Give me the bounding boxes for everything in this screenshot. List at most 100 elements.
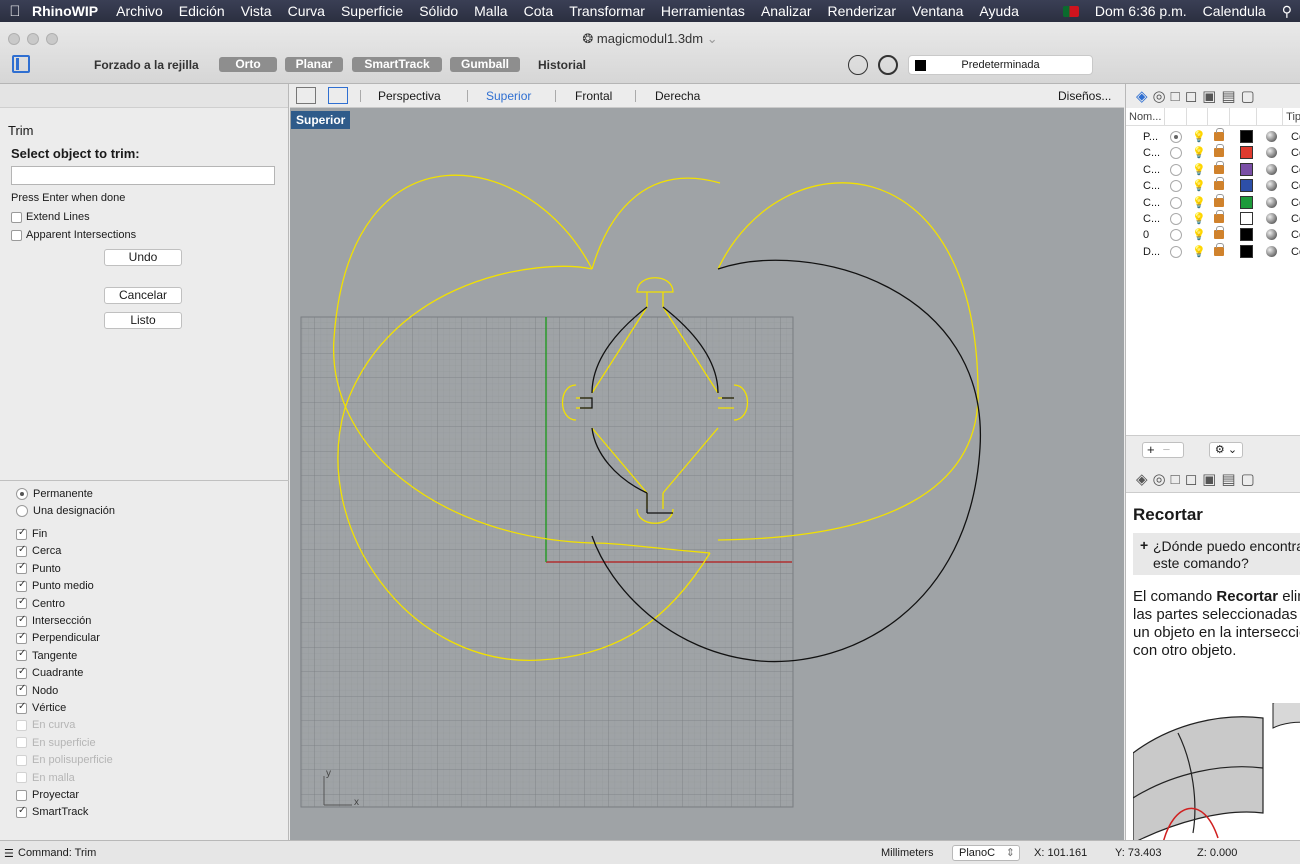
current-layer-radio[interactable] [1170, 213, 1182, 225]
material-sphere-icon[interactable] [1266, 213, 1277, 224]
osnap-item[interactable]: Punto medio [16, 579, 94, 592]
osnap-checkbox[interactable] [16, 544, 27, 557]
osnap-item[interactable]: Proyectar [16, 789, 79, 801]
lightbulb-icon[interactable]: 💡 [1192, 196, 1206, 209]
materials-icon[interactable]: ▤ [1221, 87, 1235, 105]
layers-list[interactable]: Nom... Tip P... 💡 Co C... 💡 Co C... 💡 Co C... 💡 Co C… [1126, 108, 1300, 436]
apple-icon[interactable]:  [0, 3, 30, 20]
record-history-icon[interactable] [848, 55, 868, 75]
menu-malla[interactable]: Malla [466, 3, 515, 19]
layer-row[interactable]: C... 💡 Co [1126, 160, 1300, 178]
col-current[interactable] [1165, 108, 1187, 125]
material-sphere-icon[interactable] [1266, 229, 1277, 241]
layer-row[interactable]: C... 💡 Co [1126, 193, 1300, 211]
menu-calendar[interactable]: Calendula [1195, 3, 1274, 19]
layer-row[interactable]: C... 💡 Co [1126, 177, 1300, 194]
current-layer-radio[interactable] [1170, 229, 1182, 242]
col-material[interactable] [1257, 108, 1284, 125]
layer-name[interactable]: C... [1143, 197, 1160, 209]
lightbulb-icon[interactable]: 💡 [1192, 228, 1206, 241]
col-lock[interactable] [1208, 108, 1231, 125]
osnap-checkbox[interactable] [16, 648, 27, 662]
menu-analizar[interactable]: Analizar [753, 3, 820, 19]
undo-button[interactable]: Undo [104, 249, 182, 266]
notes-icon[interactable]: ▢ [1241, 470, 1255, 488]
osnap-checkbox[interactable] [16, 527, 27, 540]
ortho-toggle[interactable]: Orto [219, 57, 277, 72]
menu-edicion[interactable]: Edición [171, 3, 233, 19]
osnap-checkbox[interactable] [16, 701, 27, 714]
osnap-item[interactable]: Punto [16, 561, 61, 575]
notes-icon[interactable]: ▢ [1241, 87, 1255, 105]
menu-transformar[interactable]: Transformar [561, 3, 653, 19]
col-color[interactable] [1230, 108, 1257, 125]
viewport-title-label[interactable]: Superior [291, 111, 351, 129]
menu-ayuda[interactable]: Ayuda [971, 3, 1026, 19]
material-sphere-icon[interactable] [1266, 163, 1277, 175]
tab-derecha[interactable]: Derecha [655, 89, 700, 103]
layer-row[interactable]: 0 💡 Co [1126, 226, 1300, 243]
material-sphere-icon[interactable] [1266, 180, 1277, 192]
layer-color-swatch[interactable] [1240, 130, 1253, 143]
flag-icon[interactable] [1062, 5, 1079, 17]
material-sphere-icon[interactable] [1266, 245, 1277, 257]
osnap-item[interactable]: Fin [16, 527, 47, 540]
layer-name[interactable]: C... [1143, 164, 1160, 176]
display-icon[interactable]: ◎ [1153, 87, 1166, 105]
layer-name[interactable]: C... [1143, 213, 1160, 225]
osnap-permanent[interactable]: Permanente [16, 488, 93, 500]
properties-icon[interactable]: □ [1171, 471, 1180, 488]
grid-snap-toggle[interactable]: Forzado a la rejilla [94, 58, 199, 72]
layer-color-swatch[interactable] [1240, 179, 1253, 193]
lock-icon[interactable] [1214, 160, 1224, 174]
tab-perspectiva[interactable]: Perspectiva [378, 89, 441, 103]
osnap-permanent-radio[interactable] [16, 488, 28, 500]
col-type[interactable]: Tip [1283, 108, 1300, 125]
col-name[interactable]: Nom... [1126, 108, 1166, 125]
help-faq-box[interactable]: + ¿Dónde puedo encontrar este comando? [1133, 533, 1300, 575]
lock-icon[interactable] [1214, 242, 1224, 256]
viewport-canvas[interactable]: y x [290, 108, 1124, 840]
planar-toggle[interactable]: Planar [285, 57, 343, 72]
layer-color-swatch[interactable] [1240, 228, 1253, 242]
lock-icon[interactable] [1214, 128, 1224, 141]
osnap-checkbox[interactable] [16, 614, 27, 627]
layer-name[interactable]: C... [1143, 147, 1160, 159]
layer-name[interactable]: C... [1143, 180, 1160, 192]
osnap-checkbox[interactable] [16, 789, 27, 801]
gumball-toggle[interactable]: Gumball [450, 57, 520, 72]
lock-icon[interactable] [1214, 144, 1224, 158]
osnap-item[interactable]: Centro [16, 596, 65, 610]
current-layer-radio[interactable] [1170, 147, 1182, 160]
layer-linetype[interactable]: Co [1291, 147, 1300, 159]
menu-vista[interactable]: Vista [233, 3, 280, 19]
lightbulb-icon[interactable]: 💡 [1192, 212, 1206, 225]
layer-row[interactable]: D... 💡 Co [1126, 242, 1300, 260]
command-line-status[interactable]: Command: Trim [18, 847, 96, 859]
layers-icon[interactable]: ◈ [1136, 470, 1148, 488]
layers-icon[interactable]: ◈ [1136, 87, 1148, 105]
menu-app-name[interactable]: RhinoWIP [30, 3, 108, 19]
layer-row[interactable]: C... 💡 Co [1126, 210, 1300, 227]
current-layer-radio[interactable] [1170, 163, 1182, 176]
osnap-single[interactable]: Una designación [16, 505, 115, 517]
lock-icon[interactable] [1214, 193, 1224, 207]
lock-icon[interactable] [1214, 177, 1224, 191]
layer-linetype[interactable]: Co [1291, 180, 1300, 192]
apparent-intersections-checkbox[interactable] [11, 229, 22, 241]
osnap-checkbox[interactable] [16, 631, 27, 644]
lock-icon[interactable] [1214, 226, 1224, 240]
lightbulb-icon[interactable]: 💡 [1192, 179, 1206, 192]
layer-color-swatch[interactable] [1240, 212, 1253, 225]
layer-name[interactable]: P... [1143, 131, 1158, 143]
layer-linetype[interactable]: Co [1291, 197, 1300, 209]
layer-options-button[interactable]: ⚙ ⌄ [1209, 442, 1243, 458]
menu-superficie[interactable]: Superficie [333, 3, 411, 19]
layer-linetype[interactable]: Co [1291, 213, 1300, 225]
osnap-item[interactable]: Nodo [16, 683, 58, 697]
cancel-button[interactable]: Cancelar [104, 287, 182, 304]
lightbulb-icon[interactable]: 💡 [1192, 146, 1206, 159]
current-layer-radio[interactable] [1170, 196, 1182, 209]
camera-icon[interactable]: ▣ [1202, 470, 1216, 488]
grid-layout-icon[interactable] [296, 87, 316, 104]
